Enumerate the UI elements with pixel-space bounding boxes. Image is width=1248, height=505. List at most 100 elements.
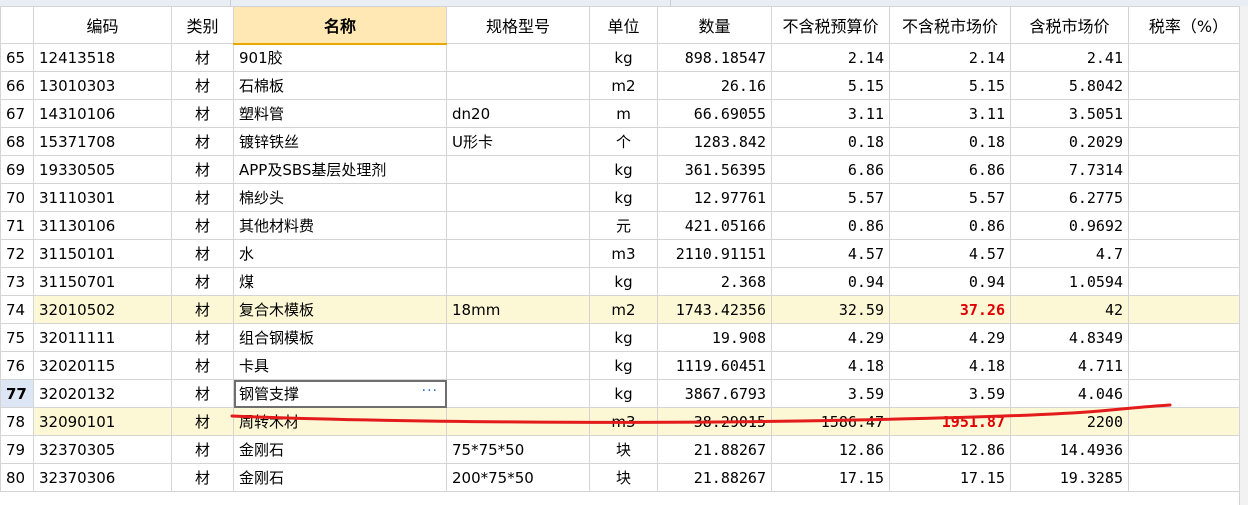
cell-quantity[interactable]: 3867.6793: [657, 379, 772, 408]
cell-market-price-incl-tax[interactable]: 7.7314: [1010, 155, 1129, 184]
row-number[interactable]: 70: [0, 183, 34, 212]
cell-spec[interactable]: [446, 323, 590, 352]
cell-budget-price[interactable]: 4.29: [771, 323, 890, 352]
cell-market-price-incl-tax[interactable]: 4.7: [1010, 239, 1129, 268]
cell-market-price[interactable]: 37.26: [889, 295, 1011, 324]
table-row[interactable]: 77 32020132 材 钢管支撑 ··· kg 3867.6793 3.59 3.59 4.0…: [0, 379, 1248, 408]
cell-unit[interactable]: m: [589, 99, 658, 128]
table-row[interactable]: 71 31130106 材 其他材料费 元 421.05166 0.86 0.86 0.9692: [0, 211, 1248, 240]
cell-spec[interactable]: [446, 239, 590, 268]
cell-category[interactable]: 材: [171, 211, 234, 240]
cell-market-price-incl-tax[interactable]: 2200: [1010, 407, 1129, 436]
row-number[interactable]: 71: [0, 211, 34, 240]
header-market-price-incl-tax[interactable]: 含税市场价: [1010, 6, 1129, 44]
cell-tax-rate[interactable]: [1128, 155, 1248, 184]
cell-name[interactable]: 901胶: [233, 43, 447, 72]
cell-code[interactable]: 32020132: [33, 379, 172, 408]
cell-market-price[interactable]: 0.94: [889, 267, 1011, 296]
cell-spec[interactable]: dn20: [446, 99, 590, 128]
cell-market-price[interactable]: 5.57: [889, 183, 1011, 212]
cell-market-price-incl-tax[interactable]: 5.8042: [1010, 71, 1129, 100]
cell-unit[interactable]: kg: [589, 43, 658, 72]
cell-market-price[interactable]: 0.18: [889, 127, 1011, 156]
cell-spec[interactable]: [446, 211, 590, 240]
header-code[interactable]: 编码: [33, 6, 172, 44]
cell-code[interactable]: 32011111: [33, 323, 172, 352]
cell-budget-price[interactable]: 0.86: [771, 211, 890, 240]
cell-code[interactable]: 31130106: [33, 211, 172, 240]
cell-code[interactable]: 32090101: [33, 407, 172, 436]
cell-spec[interactable]: [446, 351, 590, 380]
cell-code[interactable]: 14310106: [33, 99, 172, 128]
cell-quantity[interactable]: 2.368: [657, 267, 772, 296]
cell-name[interactable]: 水: [233, 239, 447, 268]
cell-tax-rate[interactable]: [1128, 323, 1248, 352]
table-row[interactable]: 79 32370305 材 金刚石 75*75*50 块 21.88267 12.86 12.8…: [0, 435, 1248, 464]
cell-market-price-incl-tax[interactable]: 4.711: [1010, 351, 1129, 380]
cell-name[interactable]: 金刚石: [233, 463, 447, 492]
cell-quantity[interactable]: 19.908: [657, 323, 772, 352]
table-row[interactable]: 78 32090101 材 周转木材 m3 38.29015 1586.47 1951.87 2…: [0, 407, 1248, 436]
cell-quantity[interactable]: 21.88267: [657, 463, 772, 492]
cell-category[interactable]: 材: [171, 71, 234, 100]
cell-budget-price[interactable]: 12.86: [771, 435, 890, 464]
row-number[interactable]: 68: [0, 127, 34, 156]
cell-quantity[interactable]: 12.97761: [657, 183, 772, 212]
cell-market-price[interactable]: 1951.87: [889, 407, 1011, 436]
table-row[interactable]: 70 31110301 材 棉纱头 kg 12.97761 5.57 5.57 6.2775: [0, 183, 1248, 212]
cell-code[interactable]: 31150701: [33, 267, 172, 296]
cell-name[interactable]: 卡具: [233, 351, 447, 380]
cell-quantity[interactable]: 2110.91151: [657, 239, 772, 268]
cell-name[interactable]: 塑料管: [233, 99, 447, 128]
cell-market-price[interactable]: 2.14: [889, 43, 1011, 72]
cell-tax-rate[interactable]: [1128, 379, 1248, 408]
cell-unit[interactable]: kg: [589, 155, 658, 184]
header-tax-rate[interactable]: 税率（%）: [1128, 6, 1248, 44]
cell-spec[interactable]: 18mm: [446, 295, 590, 324]
cell-unit[interactable]: 块: [589, 435, 658, 464]
cell-tax-rate[interactable]: [1128, 99, 1248, 128]
row-number[interactable]: 65: [0, 43, 34, 72]
table-row[interactable]: 75 32011111 材 组合钢模板 kg 19.908 4.29 4.29 4.8349: [0, 323, 1248, 352]
cell-category[interactable]: 材: [171, 99, 234, 128]
row-number[interactable]: 67: [0, 99, 34, 128]
cell-name[interactable]: 钢管支撑 ···: [233, 379, 447, 408]
cell-quantity[interactable]: 21.88267: [657, 435, 772, 464]
cell-category[interactable]: 材: [171, 127, 234, 156]
cell-category[interactable]: 材: [171, 351, 234, 380]
cell-tax-rate[interactable]: [1128, 43, 1248, 72]
cell-market-price-incl-tax[interactable]: 4.046: [1010, 379, 1129, 408]
cell-tax-rate[interactable]: [1128, 71, 1248, 100]
cell-tax-rate[interactable]: [1128, 407, 1248, 436]
cell-unit[interactable]: m3: [589, 407, 658, 436]
cell-code[interactable]: 31150101: [33, 239, 172, 268]
cell-quantity[interactable]: 421.05166: [657, 211, 772, 240]
cell-name[interactable]: 棉纱头: [233, 183, 447, 212]
cell-tax-rate[interactable]: [1128, 183, 1248, 212]
cell-market-price[interactable]: 4.29: [889, 323, 1011, 352]
table-row[interactable]: 73 31150701 材 煤 kg 2.368 0.94 0.94 1.0594: [0, 267, 1248, 296]
cell-name[interactable]: 组合钢模板: [233, 323, 447, 352]
cell-name[interactable]: 石棉板: [233, 71, 447, 100]
cell-quantity[interactable]: 1283.842: [657, 127, 772, 156]
cell-market-price-incl-tax[interactable]: 42: [1010, 295, 1129, 324]
cell-spec[interactable]: U形卡: [446, 127, 590, 156]
row-number[interactable]: 77: [0, 379, 34, 408]
table-row[interactable]: 68 15371708 材 镀锌铁丝 U形卡 个 1283.842 0.18 0.18 0.202…: [0, 127, 1248, 156]
cell-code[interactable]: 32370306: [33, 463, 172, 492]
cell-tax-rate[interactable]: [1128, 239, 1248, 268]
cell-market-price-incl-tax[interactable]: 0.9692: [1010, 211, 1129, 240]
row-number[interactable]: 75: [0, 323, 34, 352]
cell-tax-rate[interactable]: [1128, 351, 1248, 380]
cell-market-price[interactable]: 3.59: [889, 379, 1011, 408]
cell-market-price-incl-tax[interactable]: 0.2029: [1010, 127, 1129, 156]
cell-quantity[interactable]: 26.16: [657, 71, 772, 100]
cell-market-price-incl-tax[interactable]: 6.2775: [1010, 183, 1129, 212]
row-number[interactable]: 74: [0, 295, 34, 324]
row-number[interactable]: 69: [0, 155, 34, 184]
cell-budget-price[interactable]: 3.59: [771, 379, 890, 408]
cell-budget-price[interactable]: 2.14: [771, 43, 890, 72]
header-spec[interactable]: 规格型号: [446, 6, 590, 44]
cell-budget-price[interactable]: 4.18: [771, 351, 890, 380]
header-name[interactable]: 名称: [233, 6, 447, 45]
